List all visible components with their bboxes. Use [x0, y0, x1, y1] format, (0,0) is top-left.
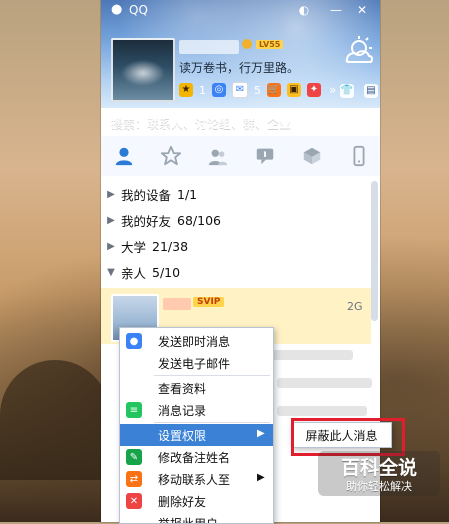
tab-apps[interactable]: [296, 142, 328, 170]
minimize-button[interactable]: —: [327, 1, 345, 19]
bag-icon[interactable]: ▣: [287, 83, 301, 97]
blurred-text: [277, 406, 367, 416]
tab-groups[interactable]: [202, 142, 234, 170]
user-name-redacted: [179, 40, 239, 54]
cube-icon: [303, 147, 321, 165]
group-row[interactable]: ▶ 大学 21/38: [101, 233, 371, 259]
menu-item-label: 举报此用户: [158, 517, 219, 524]
menu-item-send-email[interactable]: 发送电子邮件: [120, 352, 273, 374]
friend-name-redacted: [163, 298, 191, 310]
user-signature[interactable]: 读万卷书，行万里路。: [179, 59, 299, 76]
group-row[interactable]: ▼ 亲人 5/10: [101, 259, 371, 285]
menu-item-message-history[interactable]: ≡ 消息记录: [120, 399, 273, 421]
submenu-block-messages[interactable]: 屏蔽此人消息: [291, 422, 392, 448]
chevron-right-icon: ▶: [107, 240, 115, 252]
chevron-right-icon: ▶: [257, 428, 265, 439]
menu-item-label: 发送即时消息: [158, 335, 231, 349]
qq-logo-icon: ●: [111, 2, 123, 17]
spark-icon[interactable]: ✦: [307, 83, 321, 97]
svip-badge: SVIP: [193, 297, 225, 307]
menu-item-permissions[interactable]: 设置权限 ▶: [120, 424, 273, 446]
phone-icon: [353, 145, 365, 167]
group-row[interactable]: ▶ 我的设备 1/1: [101, 181, 371, 207]
watermark-title: 百科全说: [340, 457, 417, 479]
star-icon: [160, 145, 182, 166]
group-label: 我的设备: [121, 187, 172, 203]
menu-item-label: 查看资料: [158, 382, 207, 396]
chevron-right-icon: ▶: [107, 188, 115, 200]
more-icon[interactable]: »: [329, 83, 336, 97]
status-icons-row: ★ 1 ◎ ✉ 5 🛒 ▣ ✦ »: [179, 82, 336, 98]
desktop-bridge-arch: [0, 360, 110, 480]
weather-icon[interactable]: [339, 34, 373, 68]
titlebar: ● QQ ◐ — ✕: [101, 0, 380, 20]
mail-count: 5: [254, 83, 261, 97]
group-count: 5/10: [152, 264, 181, 280]
qzone-count: 1: [199, 83, 206, 97]
person-icon: [115, 147, 133, 166]
edit-name-icon: ✎: [126, 449, 142, 465]
menu-item-label: 修改备注姓名: [158, 451, 231, 465]
menu-item-label: 移动联系人至: [158, 473, 231, 487]
menu-item-label: 设置权限: [158, 429, 207, 443]
menu-item-send-message[interactable]: ● 发送即时消息: [120, 330, 273, 352]
chat-icon: [256, 148, 274, 165]
level-badge[interactable]: LV55: [256, 40, 284, 49]
star-icon[interactable]: ★: [179, 83, 193, 97]
menu-separator: [154, 375, 270, 376]
group-count: 21/38: [152, 238, 189, 254]
skin-icon[interactable]: ◐: [295, 1, 313, 19]
header-right-icons: 👕 ▤: [340, 84, 378, 98]
watermark: 百科全说 助你轻松解决: [318, 451, 440, 496]
box-icon[interactable]: ▤: [364, 84, 378, 98]
menu-item-delete-friend[interactable]: ✕ 删除好友: [120, 490, 273, 512]
menu-item-edit-remark[interactable]: ✎ 修改备注姓名: [120, 446, 273, 468]
qzone-icon[interactable]: ◎: [212, 83, 226, 97]
tab-phone[interactable]: [343, 142, 375, 170]
menu-item-report-user[interactable]: 举报此用户: [120, 512, 273, 524]
group-label: 亲人: [121, 265, 147, 281]
menu-separator: [154, 422, 270, 423]
move-contact-icon: ⇄: [126, 471, 142, 487]
tab-contacts[interactable]: [108, 142, 140, 170]
qq-header: ● QQ ◐ — ✕ LV55 读万卷书，行万里路。 ★ 1 ◎ ✉ 5 🛒 ▣…: [101, 0, 380, 108]
shopping-icon[interactable]: 🛒: [267, 83, 281, 97]
menu-item-view-profile[interactable]: 查看资料: [120, 377, 273, 399]
blurred-text: [273, 350, 353, 360]
group-count: 1/1: [177, 186, 198, 202]
scroll-thumb[interactable]: [371, 181, 378, 321]
window-title: QQ: [129, 3, 148, 17]
people-icon: [208, 149, 228, 166]
main-tabs: [101, 136, 380, 177]
chevron-down-icon: ▼: [107, 266, 115, 278]
menu-item-label: 删除好友: [158, 495, 207, 509]
tab-chat[interactable]: [249, 142, 281, 170]
message-icon: ●: [126, 333, 142, 349]
blurred-text: [277, 378, 372, 388]
chevron-right-icon: ▶: [257, 472, 265, 483]
group-count: 68/106: [177, 212, 221, 228]
group-label: 大学: [121, 239, 147, 255]
mail-icon[interactable]: ✉: [232, 82, 248, 98]
delete-friend-icon: ✕: [126, 493, 142, 509]
menu-item-move-contact[interactable]: ⇄ 移动联系人至 ▶: [120, 468, 273, 490]
network-status: 2G: [347, 300, 363, 313]
menu-item-label: 发送电子邮件: [158, 357, 231, 371]
close-button[interactable]: ✕: [353, 1, 371, 19]
chevron-right-icon: ▶: [107, 214, 115, 226]
tab-favorites[interactable]: [155, 142, 187, 170]
context-menu: ● 发送即时消息 发送电子邮件 查看资料 ≡ 消息记录 设置权限 ▶ ✎ 修改备…: [119, 327, 274, 524]
watermark-subtitle: 助你轻松解决: [346, 480, 412, 493]
history-icon: ≡: [126, 402, 142, 418]
search-icon[interactable]: [355, 115, 371, 131]
search-bar[interactable]: 搜索：联系人、讨论组、群、企业: [101, 108, 380, 138]
group-row[interactable]: ▶ 我的好友 68/106: [101, 207, 371, 233]
submenu-item-label: 屏蔽此人消息: [305, 428, 378, 443]
level-dot-icon: [242, 39, 252, 49]
shirt-icon[interactable]: 👕: [340, 84, 354, 98]
user-avatar[interactable]: [111, 38, 175, 102]
group-label: 我的好友: [121, 213, 172, 229]
menu-item-label: 消息记录: [158, 404, 207, 418]
